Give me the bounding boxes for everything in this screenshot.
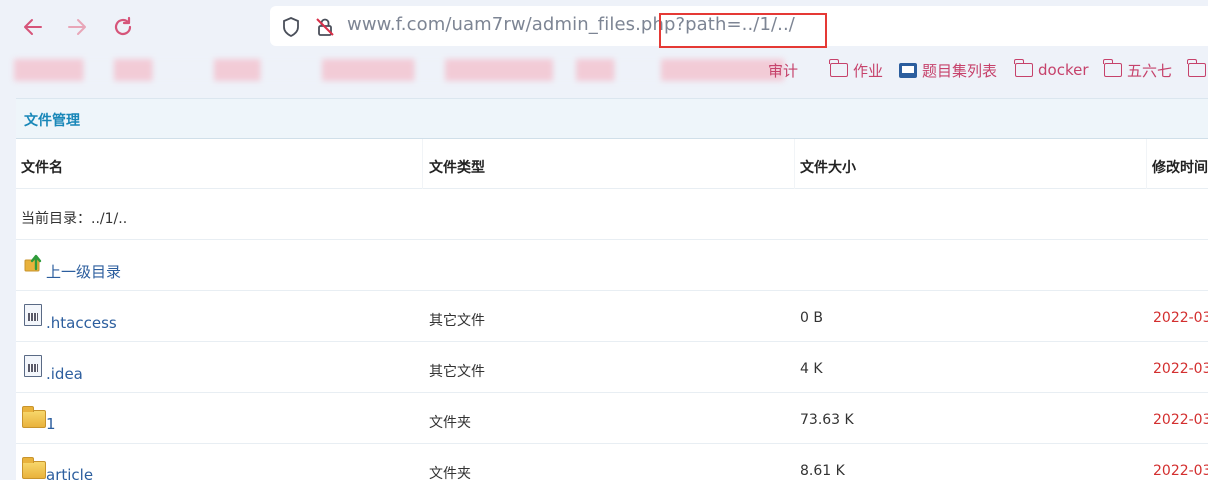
folder-icon — [22, 406, 46, 428]
bookmark-overflow[interactable] — [1187, 58, 1208, 82]
header-filename: 文件名 — [21, 160, 63, 176]
reload-button[interactable] — [106, 10, 140, 44]
folder-icon — [1103, 59, 1122, 77]
url-param-highlight — [659, 13, 827, 48]
forward-button[interactable] — [60, 10, 94, 44]
file-name-link[interactable]: .idea — [46, 365, 83, 383]
file-size: 8.61 K — [800, 463, 845, 479]
lock-insecure-icon[interactable] — [314, 16, 336, 38]
bookmark-label: docker — [1038, 61, 1089, 79]
file-size: 0 B — [800, 310, 823, 326]
bookmark-docker[interactable]: docker — [1014, 58, 1089, 82]
row-divider — [16, 443, 1208, 444]
file-modified: 2022-03- — [1153, 463, 1208, 479]
header-filesize: 文件大小 — [800, 160, 856, 176]
page-icon — [899, 62, 917, 78]
bookmark-label: 五六七 — [1127, 61, 1173, 80]
bookmark-problem-list[interactable]: 题目集列表 — [899, 58, 997, 82]
column-divider — [422, 139, 423, 189]
parent-directory-link[interactable]: 上一级目录 — [24, 253, 154, 281]
folder-name-link[interactable]: article — [46, 466, 93, 480]
file-type: 文件夹 — [429, 466, 471, 480]
bookmark-homework[interactable]: 作业 — [829, 58, 884, 82]
file-type: 其它文件 — [429, 364, 485, 380]
row-divider — [16, 392, 1208, 393]
file-icon — [24, 304, 42, 326]
bookmark-567[interactable]: 五六七 — [1103, 58, 1173, 82]
folder-icon — [1014, 59, 1033, 77]
bookmark-label: 审计 — [768, 61, 799, 80]
reload-icon — [114, 16, 132, 36]
file-modified: 2022-03- — [1153, 412, 1208, 428]
panel-header: 文件管理 — [16, 99, 1208, 139]
row-divider — [16, 239, 1208, 240]
file-icon — [24, 355, 42, 377]
row-divider — [16, 341, 1208, 342]
arrow-right-icon — [68, 19, 86, 35]
redacted-bookmarks — [14, 59, 784, 81]
file-name-link[interactable]: .htaccess — [46, 314, 117, 332]
arrow-left-icon — [24, 19, 42, 35]
row-divider — [16, 188, 1208, 189]
folder-up-icon — [24, 254, 42, 272]
header-modified: 修改时间 — [1152, 160, 1208, 176]
folder-name-link[interactable]: 1 — [46, 415, 56, 433]
folder-icon — [829, 59, 848, 77]
header-filetype: 文件类型 — [429, 160, 485, 176]
row-divider — [16, 290, 1208, 291]
file-modified: 2022-03- — [1153, 310, 1208, 326]
browser-toolbar: www.f.com/uam7rw/admin_files.php?path=..… — [0, 0, 1208, 54]
folder-icon — [1187, 59, 1206, 77]
bookmarks-bar: 审计 作业 题目集列表 docker 五六七 — [0, 54, 1208, 86]
bookmark-label: 作业 — [853, 61, 884, 80]
bookmark-label: 题目集列表 — [922, 61, 998, 80]
panel-title: 文件管理 — [24, 113, 80, 129]
current-directory: 当前目录：../1/.. — [21, 211, 128, 227]
parent-directory-label[interactable]: 上一级目录 — [46, 261, 121, 282]
bookmark-audit[interactable]: 审计 — [768, 58, 798, 82]
file-modified: 2022-03- — [1153, 361, 1208, 377]
back-button[interactable] — [16, 10, 50, 44]
column-divider — [794, 139, 795, 189]
shield-icon[interactable] — [280, 16, 302, 38]
file-size: 73.63 K — [800, 412, 854, 428]
folder-icon — [22, 457, 46, 479]
file-type: 其它文件 — [429, 313, 485, 329]
column-divider — [1146, 139, 1147, 189]
file-type: 文件夹 — [429, 415, 471, 431]
file-manager-page: 文件管理 文件名 文件类型 文件大小 修改时间 当前目录：../1/.. 上一级… — [16, 98, 1208, 480]
file-size: 4 K — [800, 361, 823, 377]
